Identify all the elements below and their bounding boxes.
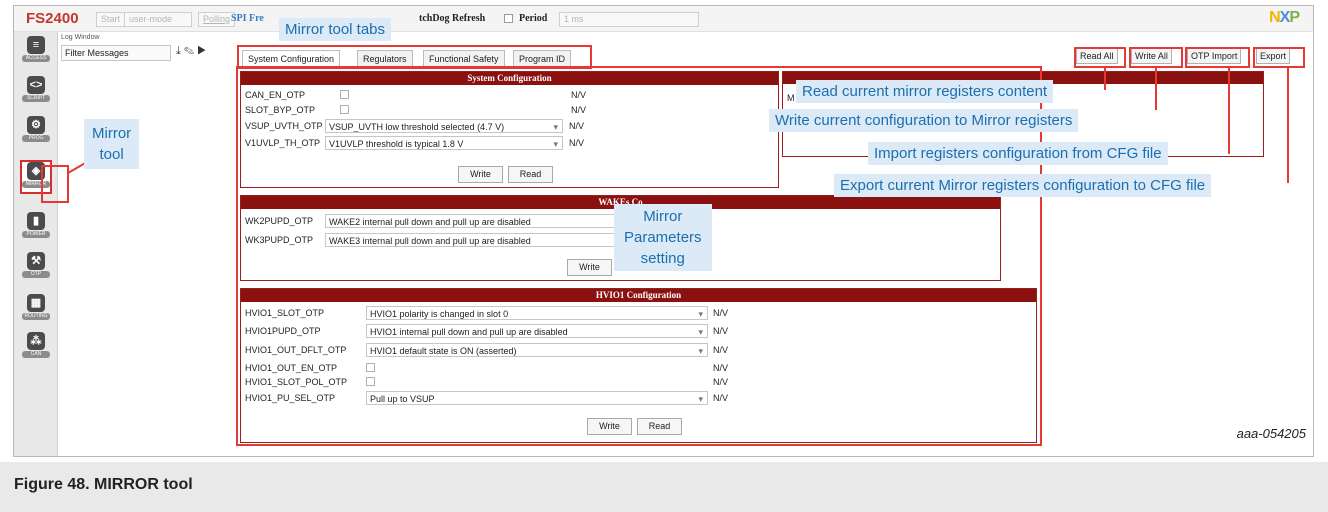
callout-otp-import: Import registers configuration from CFG … <box>868 142 1168 165</box>
start-button[interactable]: Start <box>96 12 126 27</box>
figure-caption: Figure 48. MIRROR tool <box>14 476 193 493</box>
leader-line <box>1155 68 1157 110</box>
hammer-icon: ⚒ <box>27 252 45 270</box>
sidebar-item-access[interactable]: ≡ ACCESS <box>22 36 50 66</box>
grid-icon: ▦ <box>27 294 45 312</box>
code-icon: <> <box>27 76 45 94</box>
sidebar-item-routing[interactable]: ▦ ROUTING <box>22 294 50 324</box>
save-log-icon[interactable]: ⤓ <box>176 45 181 57</box>
tool-sidebar: ≡ ACCESS <> SCRIPT ⚙ PROG ◈ MIRROR ▮ POWER ⚒ O… <box>14 32 58 456</box>
sidebar-item-power[interactable]: ▮ POWER <box>22 212 50 242</box>
leader-line <box>1228 68 1230 154</box>
run-log-icon[interactable]: ▶ <box>197 45 206 57</box>
figure-caption-bar: Figure 48. MIRROR tool <box>0 462 1328 512</box>
network-icon: ⁂ <box>27 332 45 350</box>
database-icon: ≡ <box>27 36 45 54</box>
log-filter-select[interactable]: Filter Messages <box>61 45 171 61</box>
polling-button[interactable]: Polling <box>198 12 236 27</box>
mirror-tool-highlight <box>41 165 69 203</box>
callout-export: Export current Mirror registers configur… <box>834 174 1212 197</box>
callout-mirror-parameters: Mirror Parameters setting <box>614 204 712 271</box>
export-highlight <box>1253 47 1305 68</box>
battery-icon: ▮ <box>27 212 45 230</box>
nxp-logo: NXP <box>1269 9 1300 26</box>
gear-icon: ⚙ <box>27 116 45 134</box>
otp-import-highlight <box>1185 47 1250 68</box>
callout-write-all: Write current configuration to Mirror re… <box>769 109 1079 132</box>
log-window-title: Log Window <box>61 34 100 41</box>
write-all-highlight <box>1129 47 1183 68</box>
callout-tabs: Mirror tool tabs <box>279 18 392 41</box>
clear-log-icon[interactable]: ✎ <box>184 45 194 57</box>
sidebar-item-can[interactable]: ⁂ CAN <box>22 332 50 362</box>
top-toolbar: FS2400 Start user-mode Polling SPI Fre t… <box>14 6 1313 32</box>
sidebar-item-prog[interactable]: ⚙ PROG <box>22 116 50 146</box>
watchdog-checkbox[interactable] <box>504 14 513 23</box>
period-input[interactable]: 1 ms <box>559 12 699 27</box>
figure-id: aaa-054205 <box>1236 426 1306 441</box>
watchdog-refresh-label: tchDog Refresh <box>419 13 486 24</box>
mode-select[interactable]: user-mode <box>124 12 192 27</box>
period-label: Period <box>519 13 548 24</box>
sidebar-item-otp[interactable]: ⚒ OTP <box>22 252 50 282</box>
callout-mirror-tool: Mirror tool <box>84 119 140 169</box>
callout-read-all: Read current mirror registers content <box>796 80 1054 103</box>
sidebar-item-script[interactable]: <> SCRIPT <box>22 76 50 106</box>
spi-frequency-label: SPI Fre <box>231 13 264 24</box>
app-brand: FS2400 <box>26 10 79 27</box>
log-tools: ⤓ ✎ ▶ <box>176 45 206 58</box>
read-all-highlight <box>1074 47 1126 68</box>
leader-line <box>1104 68 1106 90</box>
log-window: Log Window Filter Messages ⤓ ✎ ▶ <box>61 34 231 456</box>
leader-line <box>1287 68 1289 183</box>
